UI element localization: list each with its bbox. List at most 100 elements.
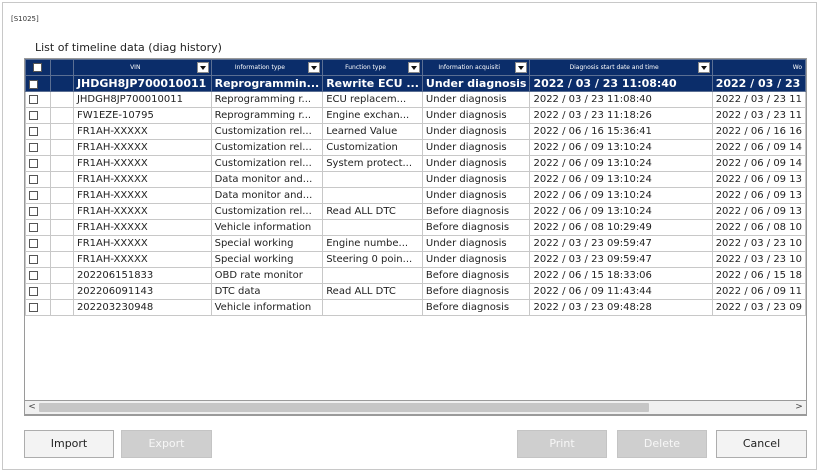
information-type-cell: Customization rel... bbox=[210, 123, 324, 140]
row-checkbox-cell[interactable] bbox=[25, 267, 51, 284]
row-checkbox-cell[interactable] bbox=[25, 187, 51, 204]
information-type-cell: Reprogrammin... bbox=[210, 75, 324, 92]
table-row[interactable]: FR1AH-XXXXX Customization rel... Customiza… bbox=[25, 139, 806, 156]
function-type-cell: Read ALL DTC bbox=[322, 203, 423, 220]
row-checkbox[interactable] bbox=[29, 254, 38, 264]
row-checkbox[interactable] bbox=[29, 270, 38, 280]
vin-cell: FR1AH-XXXXX bbox=[72, 219, 212, 236]
row-checkbox[interactable] bbox=[29, 94, 38, 104]
cancel-button[interactable]: Cancel bbox=[716, 430, 807, 458]
export-button[interactable]: Export bbox=[121, 430, 212, 458]
row-checkbox-cell[interactable] bbox=[25, 155, 51, 172]
column-header-function-type[interactable]: Function type bbox=[322, 59, 423, 76]
table-row[interactable]: 202206151833 OBD rate monitor Before diagn… bbox=[25, 267, 806, 284]
row-blank-cell bbox=[49, 107, 74, 124]
row-checkbox[interactable] bbox=[29, 142, 38, 152]
vin-cell: JHDGH8JP700010011 bbox=[72, 91, 212, 108]
column-header-information-acquisition[interactable]: Information acquisiti bbox=[421, 59, 531, 76]
scroll-right-arrow-icon[interactable]: > bbox=[792, 401, 806, 414]
diagnosis-start-cell: 2022 / 06 / 16 15:36:41 bbox=[529, 123, 713, 140]
diagnosis-start-cell: 2022 / 03 / 23 11:18:26 bbox=[529, 107, 713, 124]
vin-cell: 202203230948 bbox=[72, 299, 212, 316]
horizontal-scrollbar[interactable]: < > bbox=[24, 400, 807, 415]
select-all-checkbox[interactable] bbox=[33, 63, 43, 72]
function-type-filter-dropdown-icon[interactable] bbox=[407, 62, 420, 73]
column-label-diagnosis-start: Diagnosis start date and time bbox=[569, 64, 659, 71]
row-checkbox[interactable] bbox=[29, 238, 38, 248]
diagnosis-start-filter-dropdown-icon[interactable] bbox=[697, 62, 710, 73]
information-acquisition-filter-dropdown-icon[interactable] bbox=[515, 62, 528, 73]
column-label-information-type: Information type bbox=[234, 64, 285, 71]
vin-cell: FR1AH-XXXXX bbox=[72, 139, 212, 156]
function-type-cell: Engine exchan... bbox=[322, 107, 423, 124]
row-checkbox[interactable] bbox=[29, 302, 38, 312]
row-blank-cell bbox=[49, 187, 74, 204]
vin-cell: FR1AH-XXXXX bbox=[72, 123, 212, 140]
row-blank-cell bbox=[49, 267, 74, 284]
table-row[interactable]: FR1AH-XXXXX Customization rel... System pr… bbox=[25, 155, 806, 172]
row-checkbox-cell[interactable] bbox=[25, 107, 51, 124]
row-checkbox[interactable] bbox=[29, 206, 38, 216]
table-row[interactable]: 202206091143 DTC data Read ALL DTC Before d… bbox=[25, 283, 806, 300]
header-row: VIN Information type Function type Infor… bbox=[25, 59, 806, 76]
wo-cell: 2022 / 06 / 15 18 bbox=[711, 267, 806, 284]
row-checkbox-cell[interactable] bbox=[25, 171, 51, 188]
wo-cell: 2022 / 03 / 23 bbox=[711, 75, 806, 92]
print-button[interactable]: Print bbox=[517, 430, 607, 458]
row-checkbox-cell[interactable] bbox=[25, 123, 51, 140]
row-checkbox-cell[interactable] bbox=[25, 203, 51, 220]
table-row[interactable]: FW1EZE-10795 Reprogramming r... Engine exc… bbox=[25, 107, 806, 124]
row-checkbox-cell[interactable] bbox=[25, 299, 51, 316]
delete-button[interactable]: Delete bbox=[617, 430, 707, 458]
column-header-diagnosis-start[interactable]: Diagnosis start date and time bbox=[529, 59, 713, 76]
table-row[interactable]: FR1AH-XXXXX Customization rel... Learned V… bbox=[25, 123, 806, 140]
row-checkbox-cell[interactable] bbox=[25, 283, 51, 300]
row-checkbox[interactable] bbox=[29, 79, 38, 89]
vin-filter-dropdown-icon[interactable] bbox=[196, 62, 209, 73]
row-checkbox[interactable] bbox=[29, 158, 38, 168]
table-row[interactable]: FR1AH-XXXXX Special working Steering 0 poi… bbox=[25, 251, 806, 268]
row-checkbox[interactable] bbox=[29, 190, 38, 200]
column-header-vin[interactable]: VIN bbox=[72, 59, 212, 76]
row-checkbox[interactable] bbox=[29, 174, 38, 184]
scrollbar-thumb[interactable] bbox=[39, 403, 649, 412]
function-type-cell: Engine numbe... bbox=[322, 235, 423, 252]
diagnosis-start-cell: 2022 / 06 / 09 13:10:24 bbox=[529, 187, 713, 204]
table-row[interactable]: FR1AH-XXXXX Data monitor and... Under diag… bbox=[25, 187, 806, 204]
function-type-cell: System protect... bbox=[322, 155, 423, 172]
table-row[interactable]: 202203230948 Vehicle information Before di… bbox=[25, 299, 806, 316]
timeline-data-grid: VIN Information type Function type Infor… bbox=[24, 58, 807, 416]
table-row[interactable]: FR1AH-XXXXX Special working Engine numbe..… bbox=[25, 235, 806, 252]
row-checkbox-cell[interactable] bbox=[25, 251, 51, 268]
row-blank-cell bbox=[49, 251, 74, 268]
column-header-information-type[interactable]: Information type bbox=[210, 59, 324, 76]
function-type-cell bbox=[322, 171, 423, 188]
row-checkbox-cell[interactable] bbox=[25, 75, 51, 92]
table-row[interactable]: FR1AH-XXXXX Vehicle information Before dia… bbox=[25, 219, 806, 236]
row-checkbox-cell[interactable] bbox=[25, 139, 51, 156]
scroll-left-arrow-icon[interactable]: < bbox=[25, 401, 39, 414]
diagnosis-start-cell: 2022 / 06 / 09 13:10:24 bbox=[529, 139, 713, 156]
information-type-filter-dropdown-icon[interactable] bbox=[308, 62, 321, 73]
table-row[interactable]: FR1AH-XXXXX Customization rel... Read ALL … bbox=[25, 203, 806, 220]
select-all-header[interactable] bbox=[25, 59, 51, 76]
row-checkbox[interactable] bbox=[29, 222, 38, 232]
information-acquisition-cell: Under diagnosis bbox=[421, 235, 531, 252]
row-checkbox[interactable] bbox=[29, 126, 38, 136]
wo-cell: 2022 / 06 / 09 13 bbox=[711, 203, 806, 220]
row-checkbox-cell[interactable] bbox=[25, 219, 51, 236]
vin-cell: FR1AH-XXXXX bbox=[72, 187, 212, 204]
information-type-cell: Reprogramming r... bbox=[210, 91, 324, 108]
table-row[interactable]: FR1AH-XXXXX Data monitor and... Under diag… bbox=[25, 171, 806, 188]
column-header-wo[interactable]: Wo bbox=[711, 59, 806, 76]
row-checkbox-cell[interactable] bbox=[25, 91, 51, 108]
information-type-cell: Data monitor and... bbox=[210, 171, 324, 188]
row-checkbox[interactable] bbox=[29, 110, 38, 120]
row-checkbox-cell[interactable] bbox=[25, 235, 51, 252]
table-row[interactable]: JHDGH8JP700010011 Reprogramming r... ECU r… bbox=[25, 91, 806, 108]
diagnosis-start-cell: 2022 / 03 / 23 09:59:47 bbox=[529, 235, 713, 252]
information-type-cell: Vehicle information bbox=[210, 299, 324, 316]
row-checkbox[interactable] bbox=[29, 286, 38, 296]
import-button[interactable]: Import bbox=[24, 430, 114, 458]
table-row[interactable]: JHDGH8JP700010011 Reprogrammin... Rewrite … bbox=[25, 75, 806, 92]
